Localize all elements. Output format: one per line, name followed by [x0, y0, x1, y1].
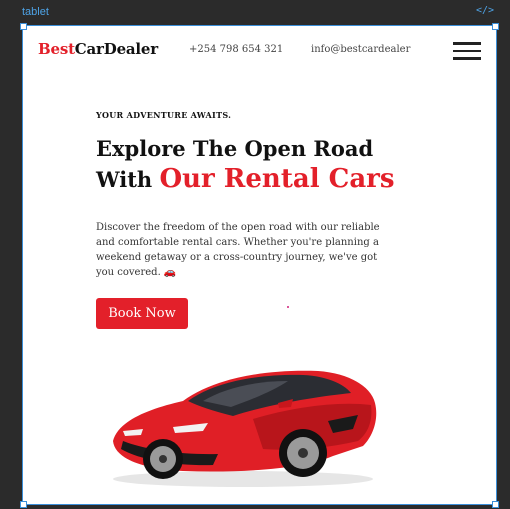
email-address[interactable]: info@bestcardealer [311, 44, 410, 55]
hero-description: Discover the freedom of the open road wi… [96, 222, 380, 278]
resize-handle-top-right[interactable] [492, 23, 499, 30]
resize-handle-bottom-left[interactable] [20, 501, 27, 508]
resize-handle-top-left[interactable] [20, 23, 27, 30]
resize-handle-bottom-right[interactable] [492, 501, 499, 508]
red-sports-car-image [113, 370, 377, 487]
brand-rest: CarDealer [74, 40, 158, 58]
cursor-dot [287, 306, 289, 308]
brand-accent: Best [38, 40, 75, 58]
book-now-button[interactable]: Book Now [96, 298, 188, 329]
tablet-canvas: BestCarDealer +254 798 654 321 info@best… [22, 25, 497, 505]
headline-line-2: With Our Rental Cars [96, 166, 395, 192]
headline-prefix: With [96, 167, 153, 192]
hero-tagline: YOUR ADVENTURE AWAITS. [96, 110, 232, 120]
frame-label[interactable]: tablet [22, 6, 49, 18]
code-view-icon[interactable]: </> [476, 5, 494, 16]
headline-line-1: Explore The Open Road [96, 136, 374, 161]
phone-number[interactable]: +254 798 654 321 [189, 44, 283, 55]
hero-headline: Explore The Open Road With Our Rental Ca… [96, 138, 395, 192]
brand-logo[interactable]: BestCarDealer [38, 40, 158, 58]
headline-highlight: Our Rental Cars [159, 164, 395, 194]
hamburger-menu-icon[interactable] [453, 42, 481, 60]
